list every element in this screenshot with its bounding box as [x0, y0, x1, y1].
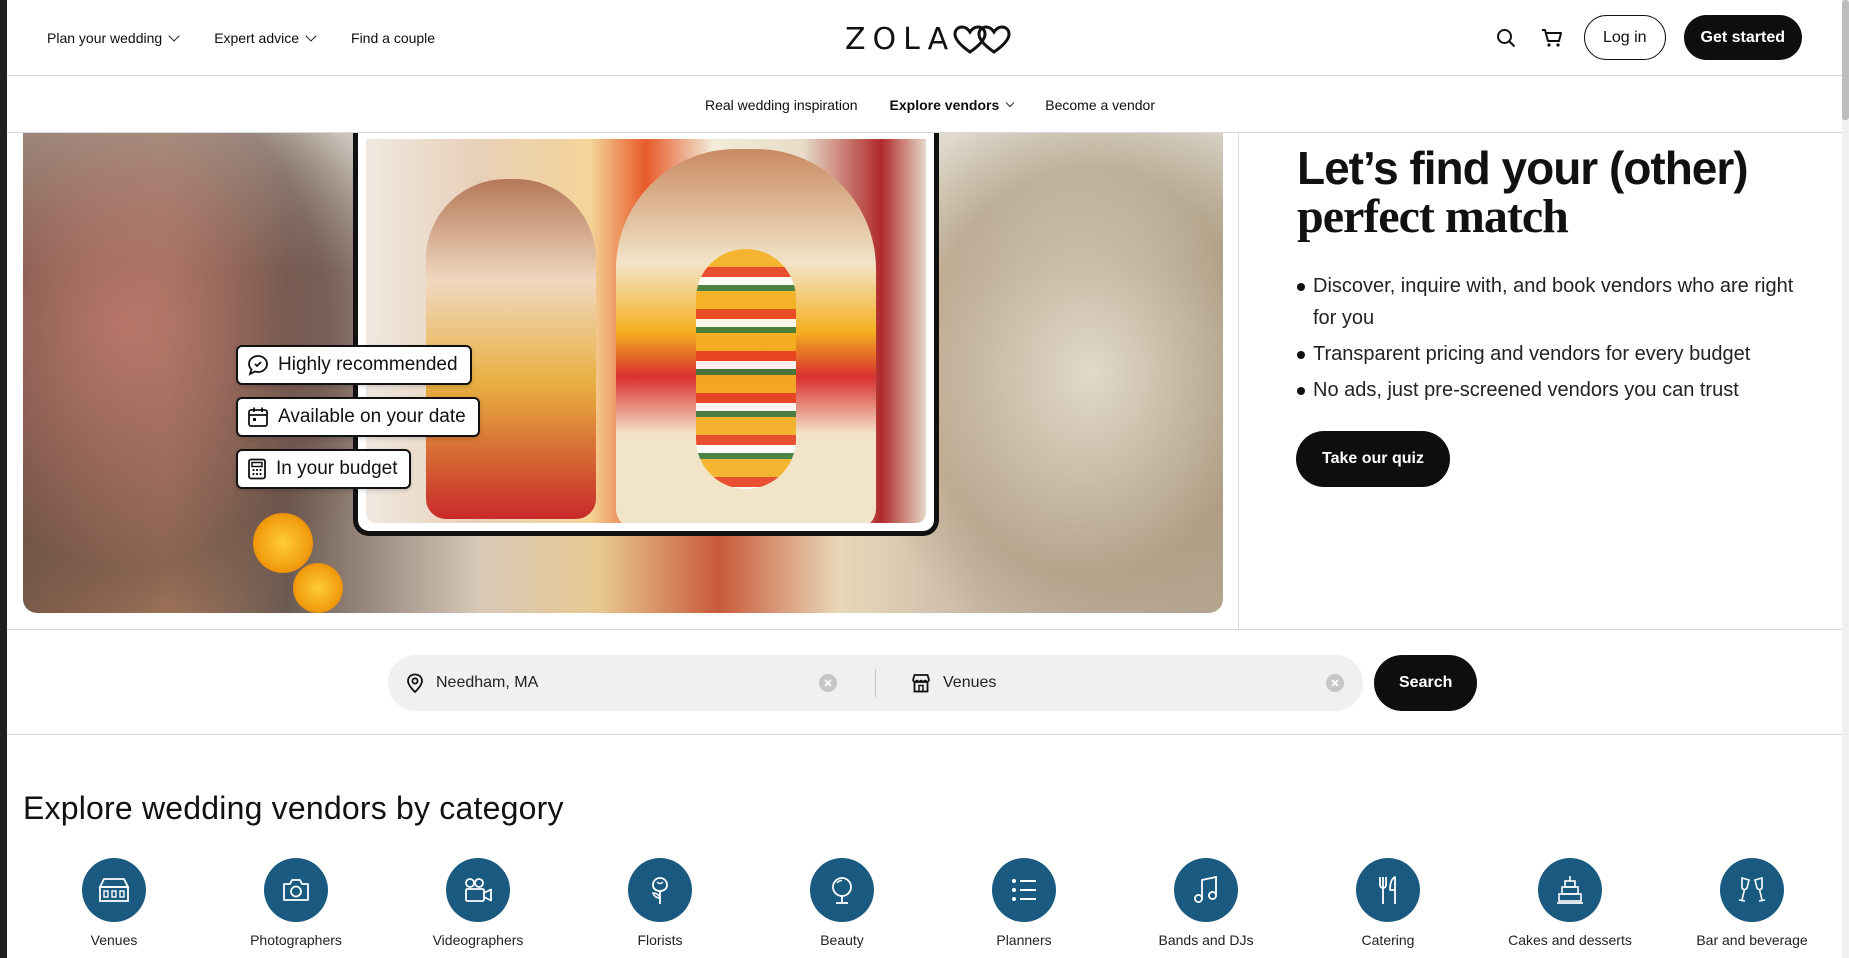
hero-title-line-1: Let’s find your (other) — [1297, 142, 1749, 194]
cart-icon[interactable] — [1538, 24, 1566, 52]
take-our-quiz-button[interactable]: Take our quiz — [1296, 431, 1450, 487]
badge-label: Highly recommended — [278, 354, 458, 375]
category-label: Beauty — [820, 932, 864, 948]
benefit-item: Transparent pricing and vendors for ever… — [1297, 338, 1817, 370]
benefit-item: Discover, inquire with, and book vendors… — [1297, 270, 1817, 334]
explore-vendors-menu[interactable]: Explore vendors — [889, 97, 1015, 113]
clear-category-icon[interactable] — [1326, 674, 1344, 692]
become-a-vendor-link[interactable]: Become a vendor — [1045, 97, 1155, 113]
window-left-edge — [0, 0, 7, 958]
top-navigation: Plan your wedding Expert advice Find a c… — [7, 0, 1842, 76]
hearts-logo-icon — [953, 24, 1011, 54]
category-venues[interactable]: Venues — [34, 858, 194, 948]
expert-advice-menu[interactable]: Expert advice — [214, 30, 317, 46]
category-beauty[interactable]: Beauty — [762, 858, 922, 948]
logo-text: ZOLA — [845, 22, 956, 57]
hero-title-line-2: perfect match — [1297, 190, 1569, 243]
expert-advice-label: Expert advice — [214, 30, 300, 46]
page-scrollbar[interactable] — [1842, 0, 1849, 958]
category-label: Videographers — [432, 932, 524, 948]
calculator-icon — [248, 458, 266, 480]
calendar-icon — [248, 407, 268, 427]
scrollbar-thumb[interactable] — [1842, 0, 1849, 120]
category-bar-and-beverage[interactable]: Bar and beverage — [1672, 858, 1832, 948]
search-field-divider — [875, 669, 876, 697]
plan-your-wedding-label: Plan your wedding — [47, 30, 163, 46]
category-label: Bar and beverage — [1696, 932, 1808, 948]
cake-icon — [1538, 858, 1602, 922]
hero-benefits-list: Discover, inquire with, and book vendors… — [1297, 270, 1817, 406]
badge-label: In your budget — [276, 458, 398, 479]
benefit-item: No ads, just pre-screened vendors you ca… — [1297, 374, 1817, 406]
vendor-search-bar: Needham, MA Venues — [388, 655, 1363, 711]
category-label: Venues — [90, 932, 138, 948]
clear-location-icon[interactable] — [819, 674, 837, 692]
category-input[interactable]: Venues — [943, 674, 996, 692]
mirror-icon — [810, 858, 874, 922]
plan-your-wedding-menu[interactable]: Plan your wedding — [47, 30, 180, 46]
category-label: Bands and DJs — [1158, 932, 1254, 948]
category-label: Florists — [637, 932, 683, 948]
category-cakes-and-desserts[interactable]: Cakes and desserts — [1490, 858, 1650, 948]
badge-available-on-your-date: Available on your date — [236, 397, 480, 437]
find-a-couple-link[interactable]: Find a couple — [351, 30, 435, 46]
category-bands-and-djs[interactable]: Bands and DJs — [1126, 858, 1286, 948]
vendor-subnav: Real wedding inspiration Explore vendors… — [7, 77, 1842, 133]
explore-vendors-label: Explore vendors — [889, 97, 1000, 113]
real-wedding-inspiration-link[interactable]: Real wedding inspiration — [705, 97, 858, 113]
primary-nav: Plan your wedding Expert advice Find a c… — [47, 0, 435, 76]
category-label: Photographers — [250, 932, 342, 948]
location-input[interactable]: Needham, MA — [436, 674, 538, 692]
couple-photo — [366, 139, 926, 523]
category-field[interactable]: Venues — [911, 655, 996, 711]
chevron-down-icon — [1006, 98, 1015, 108]
search-icon[interactable] — [1492, 24, 1520, 52]
find-a-couple-label: Find a couple — [351, 30, 436, 46]
category-photographers[interactable]: Photographers — [216, 858, 376, 948]
get-started-button[interactable]: Get started — [1683, 15, 1802, 60]
section-divider — [7, 734, 1842, 735]
storefront-icon — [912, 674, 930, 693]
badge-in-your-budget: In your budget — [236, 449, 412, 489]
badge-label: Available on your date — [278, 406, 466, 427]
zola-logo[interactable]: ZOLA — [845, 22, 1011, 57]
camera-icon — [264, 858, 328, 922]
hero-copy: Let’s find your (other) perfect match Di… — [1297, 144, 1817, 410]
hero-wedding-photo: Highly recommended Available on your dat… — [23, 133, 1223, 613]
music-note-icon — [1174, 858, 1238, 922]
section-divider — [7, 629, 1842, 630]
category-planners[interactable]: Planners — [944, 858, 1104, 948]
log-in-button[interactable]: Log in — [1583, 15, 1666, 60]
account-nav: Log in Get started — [1492, 15, 1802, 60]
location-pin-icon — [407, 673, 423, 693]
glasses-icon — [1720, 858, 1784, 922]
chevron-down-icon — [168, 30, 180, 42]
chevron-down-icon — [305, 30, 317, 42]
category-label: Planners — [996, 932, 1052, 948]
category-florists[interactable]: Florists — [580, 858, 740, 948]
badge-highly-recommended: Highly recommended — [236, 345, 472, 385]
flower-icon — [628, 858, 692, 922]
category-label: Cakes and desserts — [1508, 932, 1632, 948]
video-camera-icon — [446, 858, 510, 922]
chat-bubble-icon — [248, 355, 268, 376]
search-button[interactable]: Search — [1374, 655, 1478, 711]
checklist-icon — [992, 858, 1056, 922]
category-list: Venues Photographers Videographers Flori… — [23, 858, 1823, 958]
hero-divider — [1238, 133, 1239, 629]
category-videographers[interactable]: Videographers — [398, 858, 558, 948]
location-field[interactable]: Needham, MA — [406, 655, 538, 711]
photo-frame — [353, 133, 939, 536]
category-catering[interactable]: Catering — [1308, 858, 1468, 948]
category-label: Catering — [1361, 932, 1415, 948]
fork-knife-icon — [1356, 858, 1420, 922]
categories-heading: Explore wedding vendors by category — [23, 790, 564, 826]
venue-icon — [82, 858, 146, 922]
